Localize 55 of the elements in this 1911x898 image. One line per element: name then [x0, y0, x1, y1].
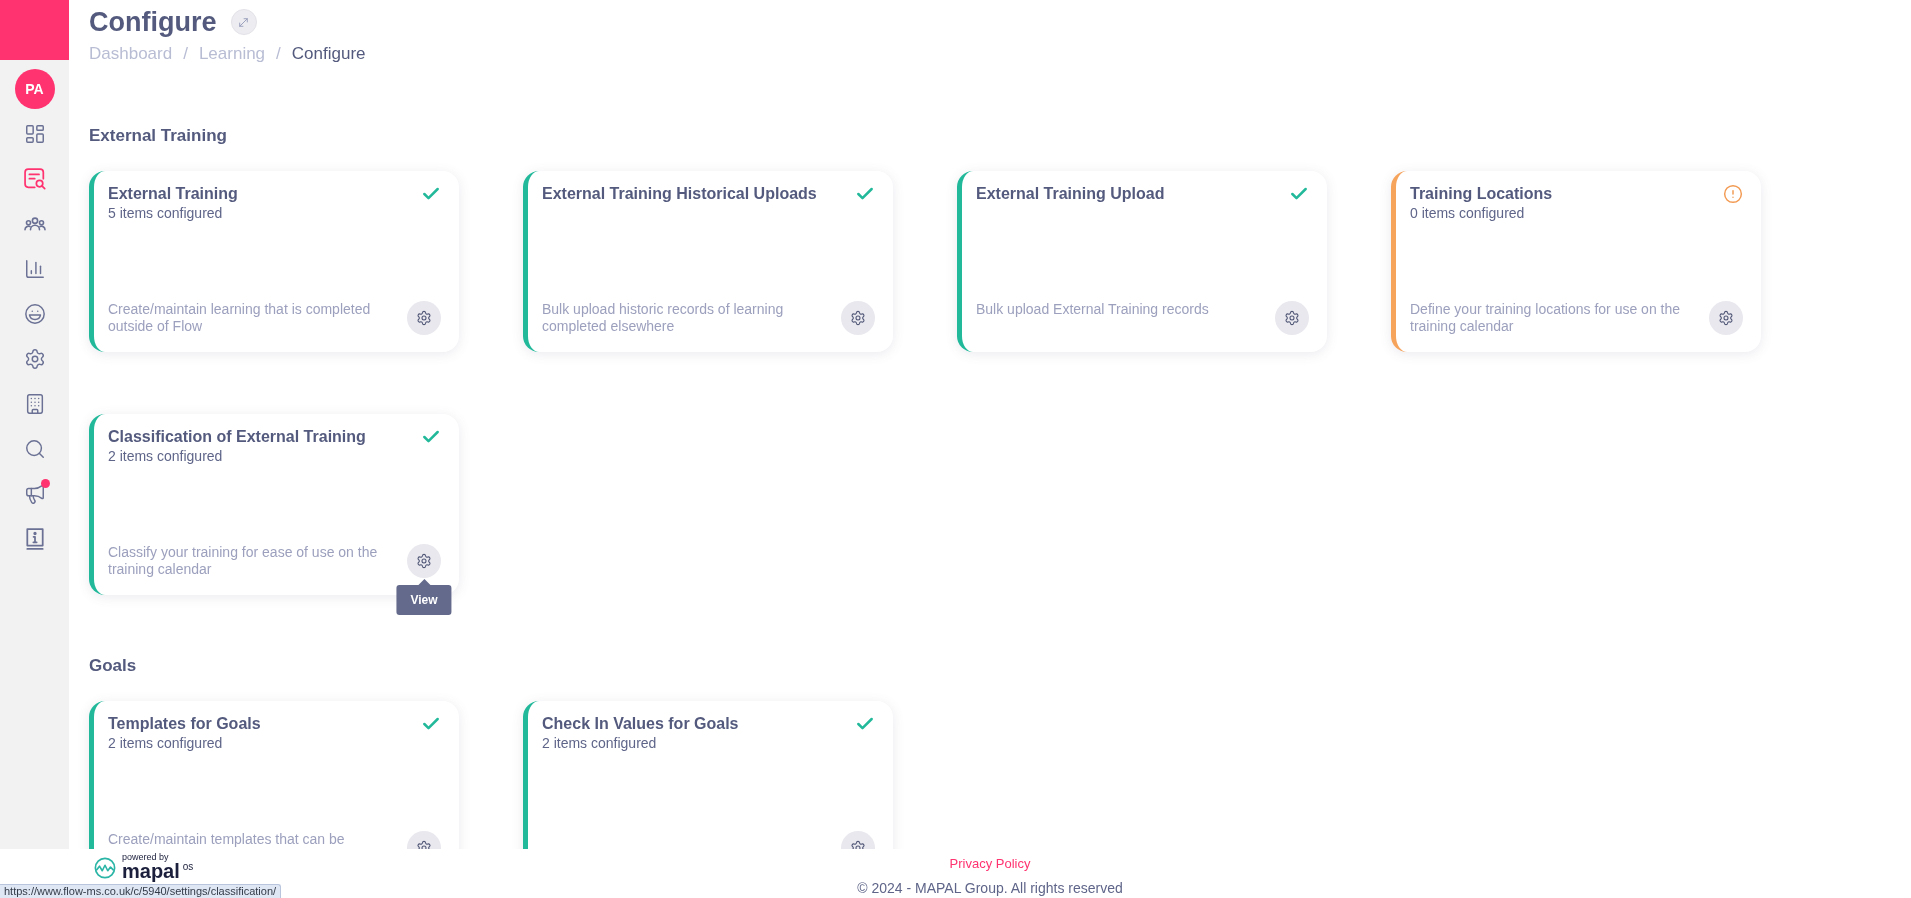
- settings-icon: [23, 348, 46, 370]
- smiley-icon: [23, 303, 46, 325]
- breadcrumb-separator: /: [276, 43, 281, 65]
- dashboard-icon: [23, 123, 46, 145]
- card-description: Classify your training for ease of use on the training calendar: [108, 544, 379, 578]
- card-description: Create/maintain learning that is completed outside of Flow: [108, 301, 372, 335]
- tooltip: View: [396, 579, 452, 615]
- card-subtitle: 5 items configured: [108, 204, 224, 222]
- section-heading: External Training: [89, 125, 227, 147]
- user-avatar[interactable]: PA: [14, 69, 55, 109]
- card-title: External Training Historical Uploads: [542, 184, 817, 204]
- card-subtitle: 0 items configured: [1410, 204, 1526, 222]
- settings-button[interactable]: [1709, 301, 1743, 335]
- card-subtitle: 2 items configured: [108, 447, 224, 465]
- search-icon: [23, 438, 46, 460]
- logo-wordmark: mapal: [122, 862, 180, 880]
- card-description: Define your training locations for use on the training calendar: [1410, 301, 1682, 335]
- privacy-policy-link[interactable]: Privacy Policy: [949, 856, 1031, 872]
- card-description: Create/maintain templates that can be: [108, 831, 346, 848]
- card-subtitle: 2 items configured: [542, 734, 658, 752]
- document-search-icon: [23, 168, 46, 190]
- settings-icon: [416, 553, 432, 569]
- section-heading: Goals: [89, 655, 137, 677]
- card-title: External Training Upload: [976, 184, 1165, 204]
- settings-icon: [1284, 310, 1300, 326]
- brand-banner: [0, 0, 69, 60]
- page-title: Configure: [89, 6, 217, 38]
- breadcrumb-separator: /: [183, 43, 188, 65]
- expand-icon: [237, 15, 250, 29]
- logo-suffix: os: [182, 862, 194, 872]
- copyright-text: © 2024 - MAPAL Group. All rights reserved: [857, 880, 1123, 896]
- breadcrumb-current-page: Configure: [291, 43, 366, 65]
- settings-button[interactable]: [407, 544, 441, 578]
- breadcrumb-link[interactable]: Dashboard: [89, 43, 173, 65]
- card-title: Templates for Goals: [108, 714, 261, 734]
- card-title: Check In Values for Goals: [542, 714, 739, 734]
- status-bar-url: https://www.flow-ms.co.uk/c/5940/settings/classification/: [0, 884, 282, 898]
- settings-button[interactable]: [1275, 301, 1309, 335]
- settings-button[interactable]: [407, 301, 441, 335]
- powered-by-label: powered by: [122, 852, 169, 862]
- settings-icon: [850, 310, 866, 326]
- logo-mark-icon: [94, 857, 116, 879]
- card-description: Bulk upload External Training records: [976, 301, 1210, 318]
- info-book-icon: [23, 528, 46, 550]
- card-title: Training Locations: [1410, 184, 1553, 204]
- bar-chart-icon: [23, 258, 46, 280]
- card-title: External Training: [108, 184, 238, 204]
- breadcrumb-link[interactable]: Learning: [198, 43, 266, 65]
- card-subtitle: 2 items configured: [108, 734, 224, 752]
- card-title: Classification of External Training: [108, 427, 366, 447]
- card-description: Bulk upload historic records of learning completed elsewhere: [542, 301, 785, 335]
- megaphone-icon: [23, 483, 46, 505]
- settings-icon: [416, 310, 432, 326]
- settings-button[interactable]: [841, 301, 875, 335]
- settings-icon: [1718, 310, 1734, 326]
